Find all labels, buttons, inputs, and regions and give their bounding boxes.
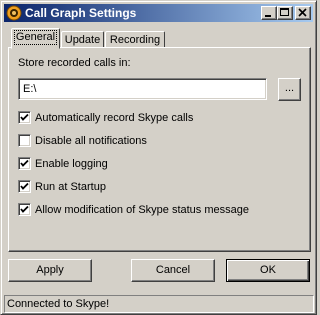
apply-button[interactable]: Apply: [8, 259, 92, 282]
ok-button[interactable]: OK: [226, 259, 310, 282]
checkbox[interactable]: [18, 157, 31, 170]
checkbox-run-at-startup[interactable]: Run at Startup: [18, 180, 218, 194]
checkbox[interactable]: [18, 111, 31, 124]
store-location-label: Store recorded calls in:: [18, 57, 131, 69]
close-icon: [298, 8, 307, 17]
checkbox-label: Disable all notifications: [35, 135, 147, 147]
checkbox-enable-logging[interactable]: Enable logging: [18, 157, 218, 171]
tab-general[interactable]: General: [11, 28, 60, 49]
checkbox-label: Automatically record Skype calls: [35, 112, 194, 124]
status-bar: Connected to Skype!: [4, 295, 314, 313]
checkbox-allow-status-modification[interactable]: Allow modification of Skype status messa…: [18, 203, 298, 217]
checkmark-icon: [20, 159, 29, 167]
window-title: Call Graph Settings: [25, 6, 137, 20]
status-text: Connected to Skype!: [7, 298, 110, 310]
checkbox-label: Enable logging: [35, 158, 108, 170]
title-bar[interactable]: Call Graph Settings: [4, 4, 313, 22]
app-icon: [6, 5, 22, 21]
cancel-button[interactable]: Cancel: [131, 259, 215, 282]
maximize-button[interactable]: [277, 6, 293, 20]
checkbox-auto-record[interactable]: Automatically record Skype calls: [18, 111, 218, 125]
checkmark-icon: [20, 113, 29, 121]
checkbox-label: Run at Startup: [35, 181, 106, 193]
settings-window: Call Graph Settings General Update Recor…: [0, 0, 317, 315]
storage-path-input[interactable]: [18, 78, 267, 100]
checkbox[interactable]: [18, 203, 31, 216]
minimize-button[interactable]: [261, 6, 277, 20]
checkbox[interactable]: [18, 134, 31, 147]
checkmark-icon: [20, 182, 29, 190]
browse-button[interactable]: ...: [278, 78, 301, 101]
checkmark-icon: [20, 205, 29, 213]
maximize-icon: [280, 8, 289, 16]
close-button[interactable]: [295, 6, 311, 20]
minimize-icon: [265, 15, 271, 17]
checkbox-disable-notifications[interactable]: Disable all notifications: [18, 134, 218, 148]
checkbox[interactable]: [18, 180, 31, 193]
checkbox-label: Allow modification of Skype status messa…: [35, 204, 249, 216]
